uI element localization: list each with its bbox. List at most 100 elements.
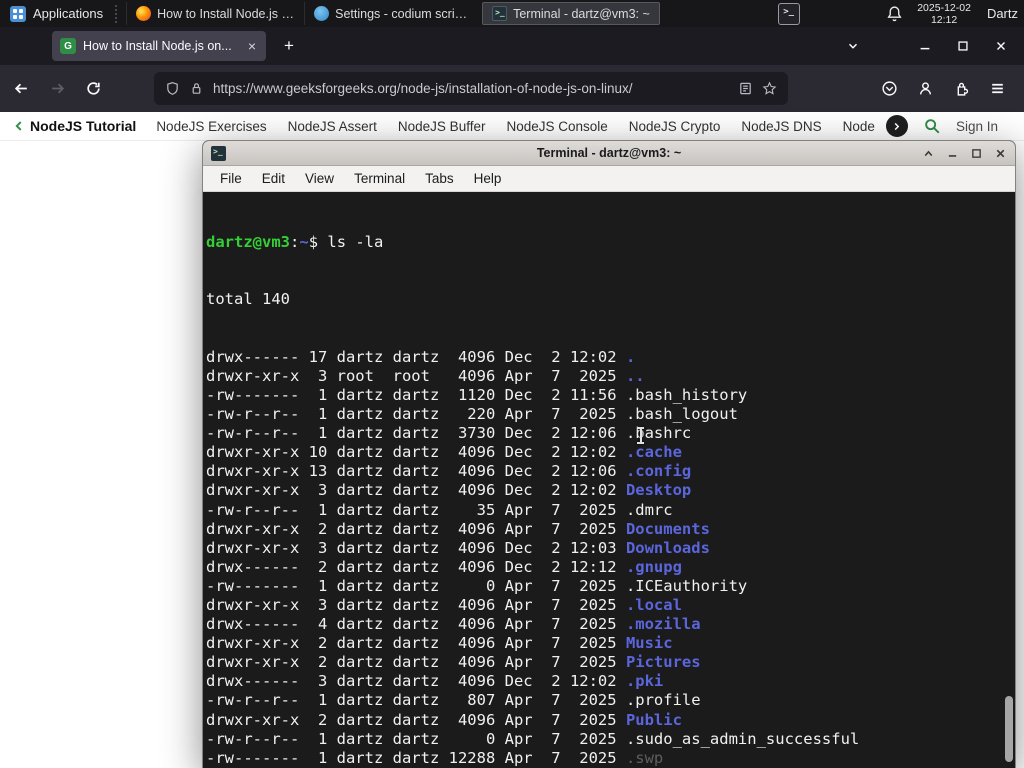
maximize-icon[interactable] — [956, 39, 970, 53]
site-nav-link[interactable]: NodeJS Crypto — [629, 119, 721, 134]
close-icon[interactable] — [994, 39, 1008, 53]
list-all-tabs-icon[interactable] — [846, 39, 860, 53]
terminal-title: Terminal - dartz@vm3: ~ — [536, 146, 682, 160]
terminal-line: drwx------ 2 dartz dartz 4096 Dec 2 12:1… — [206, 557, 682, 576]
taskbar-window-button-terminal[interactable]: Terminal - dartz@vm3: ~ — [482, 2, 660, 25]
site-nav-link[interactable]: NodeJS Assert — [288, 119, 377, 134]
terminal-line: drwxr-xr-x 3 dartz dartz 4096 Dec 2 12:0… — [206, 538, 710, 557]
panel-user-label[interactable]: Dartz — [987, 6, 1018, 21]
site-nav-link[interactable]: Node — [843, 119, 875, 134]
menu-file[interactable]: File — [210, 168, 252, 189]
clock-time: 12:12 — [930, 13, 958, 26]
bookmark-star-icon[interactable] — [762, 81, 777, 96]
terminal-line: -rw-r--r-- 1 dartz dartz 3730 Dec 2 12:0… — [206, 424, 692, 443]
tray-terminal-icon[interactable] — [778, 2, 801, 25]
terminal-ls-listing: drwx------ 17 dartz dartz 4096 Dec 2 12:… — [206, 348, 1015, 768]
menu-view[interactable]: View — [295, 168, 344, 189]
taskbar-window-title: Settings - codium script... — [335, 6, 474, 21]
new-tab-button[interactable]: + — [278, 34, 300, 58]
browser-toolbar: https://www.geeksforgeeks.org/node-js/in… — [0, 65, 1024, 112]
site-nav-link[interactable]: NodeJS Buffer — [398, 119, 486, 134]
reader-mode-icon[interactable] — [738, 81, 753, 96]
site-nav-link[interactable]: NodeJS DNS — [741, 119, 821, 134]
minimize-icon[interactable] — [946, 147, 959, 160]
notification-bell-icon[interactable] — [886, 5, 903, 22]
prompt-path: ~ — [299, 233, 309, 252]
terminal-line: drwx------ 17 dartz dartz 4096 Dec 2 12:… — [206, 347, 636, 366]
site-nav-links: NodeJS Exercises NodeJS Assert NodeJS Bu… — [156, 119, 875, 134]
prompt-command: ls -la — [327, 233, 384, 252]
terminal-line: drwx------ 4 dartz dartz 4096 Apr 7 2025… — [206, 615, 701, 634]
maximize-icon[interactable] — [970, 147, 983, 160]
shade-icon[interactable] — [922, 147, 935, 160]
tab-close-icon[interactable]: × — [246, 38, 258, 54]
close-icon[interactable] — [994, 147, 1007, 160]
terminal-line: drwxr-xr-x 2 dartz dartz 4096 Apr 7 2025… — [206, 519, 710, 538]
site-nav-link[interactable]: NodeJS Exercises — [156, 119, 266, 134]
pocket-icon[interactable] — [881, 80, 898, 97]
lock-icon[interactable] — [189, 81, 204, 96]
browser-tab-bar: G How to Install Node.js on... × + — [0, 27, 1024, 65]
taskbar-window-title: Terminal - dartz@vm3: ~ — [513, 6, 650, 21]
site-nav-primary[interactable]: NodeJS Tutorial — [30, 118, 136, 134]
account-icon[interactable] — [917, 80, 934, 97]
terminal-total-line: total 140 — [206, 290, 290, 309]
terminal-line: -rw-r--r-- 1 dartz dartz 0 Apr 7 2025 .s… — [206, 729, 860, 748]
forward-icon[interactable] — [42, 74, 72, 104]
url-text[interactable]: https://www.geeksforgeeks.org/node-js/in… — [213, 81, 729, 96]
applications-menu-button[interactable]: Applications — [0, 0, 113, 27]
codium-icon — [314, 6, 330, 21]
search-icon[interactable] — [923, 117, 941, 135]
prompt-user-host: dartz@vm3 — [206, 233, 290, 252]
terminal-line: drwx------ 3 dartz dartz 4096 Dec 2 12:0… — [206, 672, 664, 691]
terminal-line: -rw-r--r-- 1 dartz dartz 35 Apr 7 2025 .… — [206, 500, 673, 519]
menu-terminal[interactable]: Terminal — [344, 168, 415, 189]
extensions-icon[interactable] — [953, 80, 970, 97]
terminal-line: -rw------- 1 dartz dartz 12288 Apr 7 202… — [206, 748, 664, 767]
menu-edit[interactable]: Edit — [252, 168, 295, 189]
terminal-line: -rw-r--r-- 1 dartz dartz 807 Apr 7 2025 … — [206, 691, 701, 710]
site-nav: NodeJS Tutorial NodeJS Exercises NodeJS … — [0, 112, 1024, 141]
terminal-line: drwxr-xr-x 3 root root 4096 Apr 7 2025 .… — [206, 366, 645, 385]
system-tray: 2025-12-02 12:12 Dartz — [778, 2, 1024, 26]
terminal-line: drwxr-xr-x 3 dartz dartz 4096 Apr 7 2025… — [206, 595, 682, 614]
browser-tab-title: How to Install Node.js on... — [83, 39, 232, 53]
terminal-output[interactable]: dartz@vm3:~$ ls -la total 140 drwx------… — [203, 193, 1015, 768]
url-bar[interactable]: https://www.geeksforgeeks.org/node-js/in… — [154, 72, 788, 105]
terminal-prompt-line: dartz@vm3:~$ ls -la — [206, 233, 384, 252]
terminal-titlebar[interactable]: Terminal - dartz@vm3: ~ — [203, 141, 1015, 166]
terminal-line: drwxr-xr-x 13 dartz dartz 4096 Dec 2 12:… — [206, 462, 692, 481]
terminal-window-controls — [922, 147, 1007, 160]
menu-hamburger-icon[interactable] — [989, 80, 1006, 97]
minimize-icon[interactable] — [918, 39, 932, 53]
taskbar-window-list: How to Install Node.js o... Settings - c… — [126, 0, 660, 27]
browser-tab[interactable]: G How to Install Node.js on... × — [52, 31, 266, 61]
sign-in-button[interactable]: Sign In — [956, 119, 998, 134]
taskbar-window-button-codium[interactable]: Settings - codium script... — [304, 2, 482, 25]
toolbar-right-icons — [881, 80, 1024, 97]
reload-icon[interactable] — [78, 74, 108, 104]
screen: Applications How to Install Node.js o...… — [0, 0, 1024, 768]
back-icon[interactable] — [6, 74, 36, 104]
menu-tabs[interactable]: Tabs — [415, 168, 464, 189]
terminal-line: drwxr-xr-x 2 dartz dartz 4096 Apr 7 2025… — [206, 634, 673, 653]
window-controls — [846, 39, 1024, 53]
terminal-line: drwxr-xr-x 3 dartz dartz 4096 Dec 2 12:0… — [206, 481, 692, 500]
terminal-line: -rw-r--r-- 1 dartz dartz 220 Apr 7 2025 … — [206, 405, 738, 424]
site-nav-link[interactable]: NodeJS Console — [506, 119, 607, 134]
top-panel: Applications How to Install Node.js o...… — [0, 0, 1024, 27]
taskbar-window-title: How to Install Node.js o... — [157, 6, 296, 21]
shield-icon[interactable] — [165, 81, 180, 96]
gfg-favicon: G — [60, 38, 76, 54]
terminal-scrollbar-thumb[interactable] — [1005, 696, 1013, 762]
panel-clock[interactable]: 2025-12-02 12:12 — [917, 2, 971, 26]
terminal-line: -rw------- 1 dartz dartz 1120 Dec 2 11:5… — [206, 385, 748, 404]
nav-scroll-right-button[interactable] — [885, 115, 908, 137]
nav-scroll-left-icon[interactable] — [12, 119, 26, 133]
clock-date: 2025-12-02 — [917, 1, 971, 14]
site-nav-right: Sign In — [885, 115, 1024, 137]
taskbar-window-button-firefox[interactable]: How to Install Node.js o... — [126, 2, 304, 25]
firefox-icon — [136, 6, 152, 21]
menu-help[interactable]: Help — [464, 168, 512, 189]
applications-icon — [10, 5, 26, 22]
